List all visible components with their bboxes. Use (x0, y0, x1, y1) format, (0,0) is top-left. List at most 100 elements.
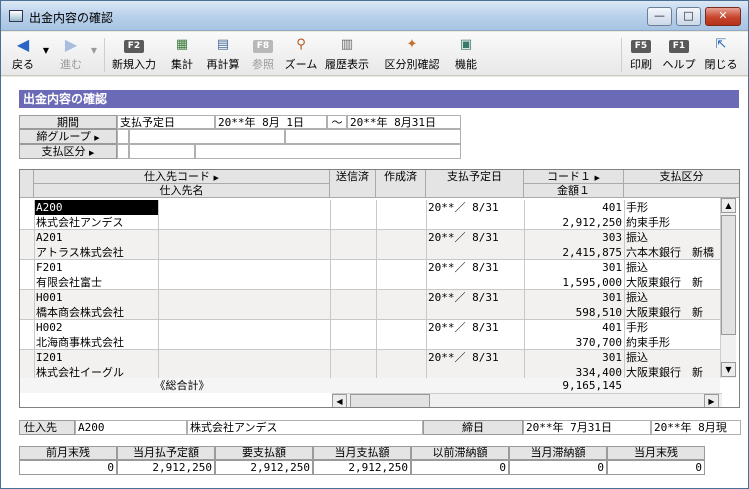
close-window-button[interactable]: ✕ (705, 7, 741, 26)
f5-key-icon: F5 (631, 40, 651, 53)
close-label: 閉じる (704, 58, 738, 71)
forward-button[interactable]: ▶ 進む (55, 36, 87, 74)
grid-line (376, 350, 377, 380)
grid-line (34, 260, 35, 290)
code1-cell: 401 (602, 201, 622, 214)
back-dropdown[interactable]: ▼ (41, 36, 51, 74)
minimize-button[interactable]: — (647, 7, 672, 26)
scroll-down-icon[interactable]: ▼ (721, 362, 736, 377)
function-button[interactable]: ▣ 機能 (449, 36, 483, 74)
back-button[interactable]: ◀ 戻る (7, 36, 39, 74)
col-amount1[interactable]: 金額１ (524, 184, 624, 198)
exit-door-icon: ⇱ (715, 37, 727, 52)
grid-line (376, 230, 377, 260)
history-icon: ▥ (340, 37, 354, 52)
col-code1[interactable]: コード１ ▶ (524, 170, 624, 184)
due-date-cell: 20**／ 8/31 (428, 261, 499, 274)
help-button[interactable]: F1 ヘルプ (661, 36, 697, 74)
payment-category-label[interactable]: 支払区分 ▶ (19, 144, 117, 159)
due-date-cell: 20**／ 8/31 (428, 201, 499, 214)
supplier-name-cell: 有限会社富士 (36, 276, 102, 289)
recalc-button[interactable]: ▤ 再計算 (203, 36, 243, 74)
col-supplier-name[interactable]: 仕入先名 (34, 184, 330, 198)
col-created[interactable]: 作成済 (376, 170, 426, 198)
vertical-scrollbar[interactable]: ▲ ▼ (720, 198, 736, 378)
row-header-corner (20, 170, 34, 198)
zoom-label: ズーム (284, 58, 318, 71)
table-row[interactable]: F201 有限会社富士 20**／ 8/31 301 1,595,000 振込 大阪東銀行 … (20, 260, 720, 290)
toolbar: ◀ 戻る ▼ ▶ 進む ▼ F2 新規入力 ▦ 集計 ▤ 再計算 F8 参照 ⚲… (1, 32, 748, 76)
category-cell: 振込 (626, 351, 648, 364)
history-button[interactable]: ▥ 履歴表示 (321, 36, 373, 74)
closing-group-field[interactable] (129, 129, 285, 144)
grid-line (624, 350, 625, 380)
closing-group-field-2[interactable] (285, 129, 461, 144)
total-amount: 9,165,145 (562, 379, 622, 392)
maximize-button[interactable]: □ (676, 7, 701, 26)
grid-line (158, 290, 159, 320)
new-entry-button[interactable]: F2 新規入力 (109, 36, 159, 74)
grid-line (376, 290, 377, 320)
category-check-button[interactable]: ✦ 区分別確認 (379, 36, 445, 74)
closing-group-label[interactable]: 締グループ ▶ (19, 129, 117, 144)
amount-cell: 2,912,250 (562, 216, 622, 229)
grid-line (524, 230, 525, 260)
footer-supplier-label: 仕入先 (19, 420, 75, 435)
payment-category-field[interactable] (129, 144, 195, 159)
col-supplier-code[interactable]: 仕入先コード ▶ (34, 170, 330, 184)
horizontal-scrollbar[interactable]: ◀ ▶ (332, 393, 722, 407)
total-label: 集計 (171, 58, 193, 71)
period-to-field[interactable]: 20**年 8月31日 (347, 115, 461, 129)
category-icon: ✦ (406, 37, 418, 52)
table-row[interactable]: H001 橋本商会株式会社 20**／ 8/31 301 598,510 振込 大阪東銀行 … (20, 290, 720, 320)
grid-line (330, 290, 331, 320)
table-row[interactable]: I201 株式会社イーグル 20**／ 8/31 301 334,400 振込 大阪東銀行 … (20, 350, 720, 380)
footer-supplier-code: A200 (75, 420, 187, 435)
category-cell: 振込 (626, 231, 648, 244)
scroll-up-icon[interactable]: ▲ (721, 198, 736, 213)
f2-key-icon: F2 (124, 40, 144, 53)
reference-button[interactable]: F8 参照 (247, 36, 279, 74)
grid-line (426, 230, 427, 260)
period-type-field[interactable]: 支払予定日 (117, 115, 215, 129)
chevron-right-icon: ▶ (89, 149, 95, 157)
col-due-date[interactable]: 支払予定日 (426, 170, 524, 198)
category-cell: 振込 (626, 291, 648, 304)
scroll-left-icon[interactable]: ◀ (332, 394, 347, 407)
print-button[interactable]: F5 印刷 (625, 36, 657, 74)
scroll-right-icon[interactable]: ▶ (704, 394, 719, 407)
summary-value: 2,912,250 (313, 460, 411, 475)
supplier-name-cell: 橋本商会株式会社 (36, 306, 124, 319)
grid-line (376, 260, 377, 290)
payment-category-check[interactable] (117, 144, 129, 159)
payment-category-field-2[interactable] (195, 144, 461, 159)
summary-header: 以前滞納額 (411, 446, 509, 460)
total-row: 《総合計》 9,165,145 (20, 378, 720, 393)
calculator-icon: ▦ (175, 37, 189, 52)
period-from-field[interactable]: 20**年 8月 1日 (215, 115, 327, 129)
grid-line (524, 320, 525, 350)
forward-dropdown[interactable]: ▼ (89, 36, 99, 74)
total-label: 《総合計》 (154, 379, 210, 392)
due-date-cell: 20**／ 8/31 (428, 321, 499, 334)
zoom-button[interactable]: ⚲ ズーム (283, 36, 319, 74)
grid-line (34, 320, 35, 350)
close-button[interactable]: ⇱ 閉じる (701, 36, 741, 74)
closing-group-check[interactable] (117, 129, 129, 144)
col-sent[interactable]: 送信済 (330, 170, 376, 198)
grid-line (330, 230, 331, 260)
chevron-right-icon: ▶ (213, 174, 219, 182)
table-row[interactable]: A201 アトラス株式会社 20**／ 8/31 303 2,415,875 振込 六本木銀… (20, 230, 720, 260)
summary-value: 0 (509, 460, 607, 475)
summary-value: 2,912,250 (215, 460, 313, 475)
table-row[interactable]: H002 北海商事株式会社 20**／ 8/31 401 370,700 手形 約束手形 (20, 320, 720, 350)
category-cell: 手形 (626, 321, 648, 334)
table-row[interactable]: A200 株式会社アンデス 20**／ 8/31 401 2,912,250 手形 約束手形 (20, 200, 720, 230)
toolbar-separator (104, 38, 105, 72)
closing-group-text: 締グループ (36, 130, 91, 143)
grid-line (158, 230, 159, 260)
col-category[interactable]: 支払区分 (624, 170, 739, 184)
scroll-thumb[interactable] (721, 215, 736, 335)
total-button[interactable]: ▦ 集計 (165, 36, 199, 74)
h-scroll-thumb[interactable] (350, 394, 430, 407)
